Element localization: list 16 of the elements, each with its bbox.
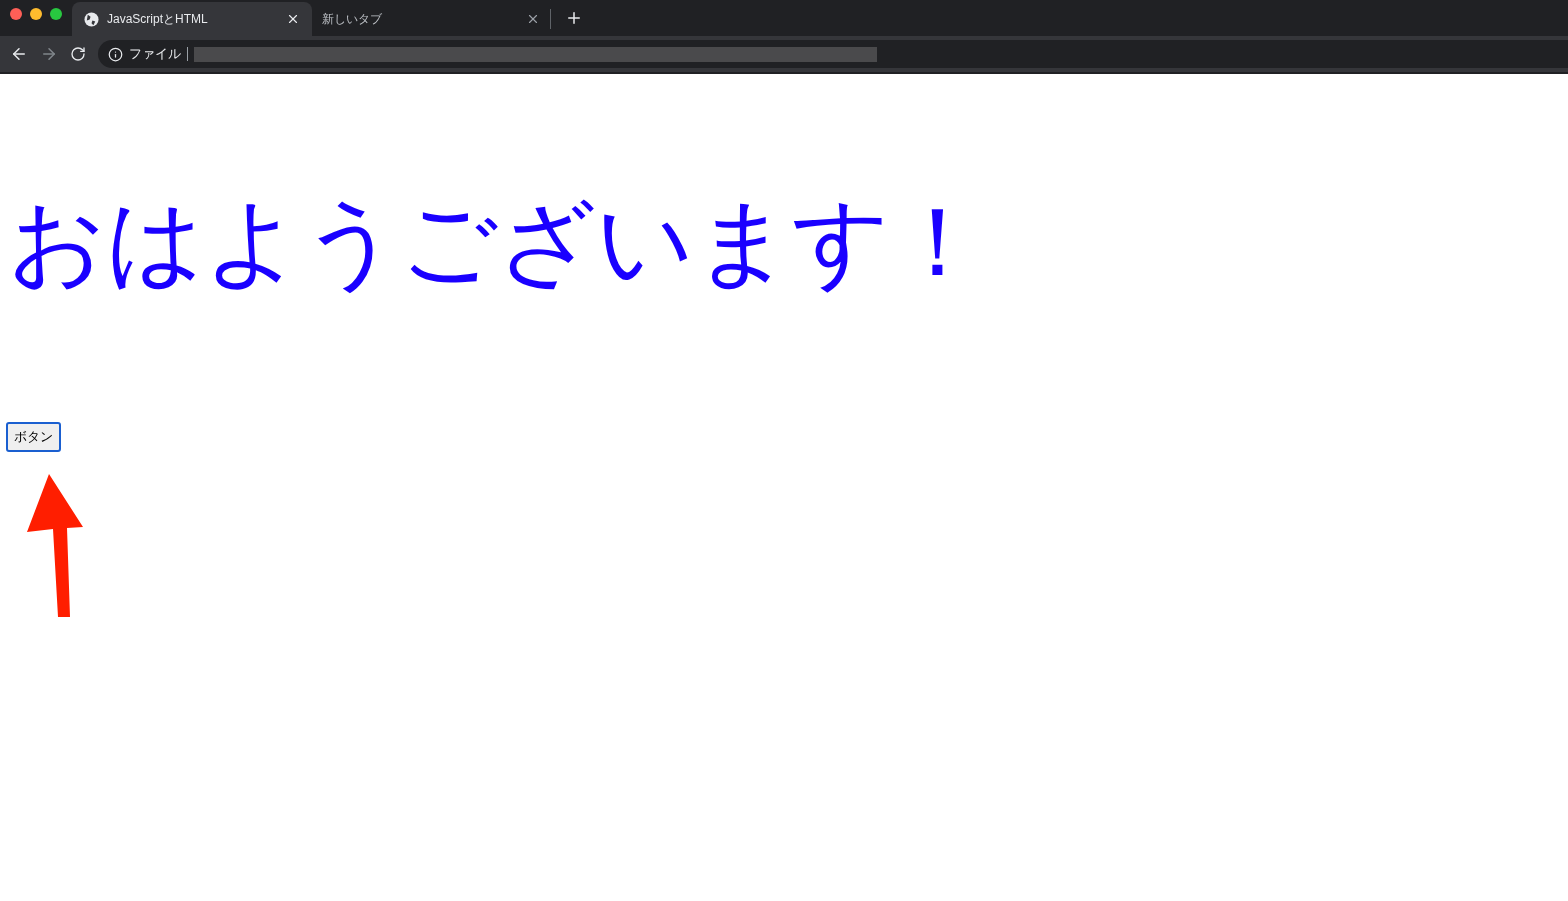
close-icon[interactable] (286, 12, 300, 26)
close-icon[interactable] (526, 12, 540, 26)
reload-icon[interactable] (70, 46, 86, 62)
window-minimize-control[interactable] (30, 8, 42, 20)
browser-tab[interactable]: JavaScriptとHTML (72, 2, 312, 36)
info-icon[interactable] (108, 46, 123, 62)
page-button[interactable]: ボタン (6, 422, 61, 452)
tab-title: 新しいタブ (322, 11, 383, 28)
window-close-control[interactable] (10, 8, 22, 20)
address-label: ファイル (129, 45, 181, 64)
window-zoom-control[interactable] (50, 8, 62, 20)
tab-title: JavaScriptとHTML (107, 11, 209, 28)
browser-tab[interactable]: 新しいタブ (312, 2, 550, 36)
new-tab-icon[interactable] (565, 9, 583, 27)
back-icon[interactable] (10, 45, 28, 63)
address-bar[interactable]: ファイル (98, 40, 1568, 68)
